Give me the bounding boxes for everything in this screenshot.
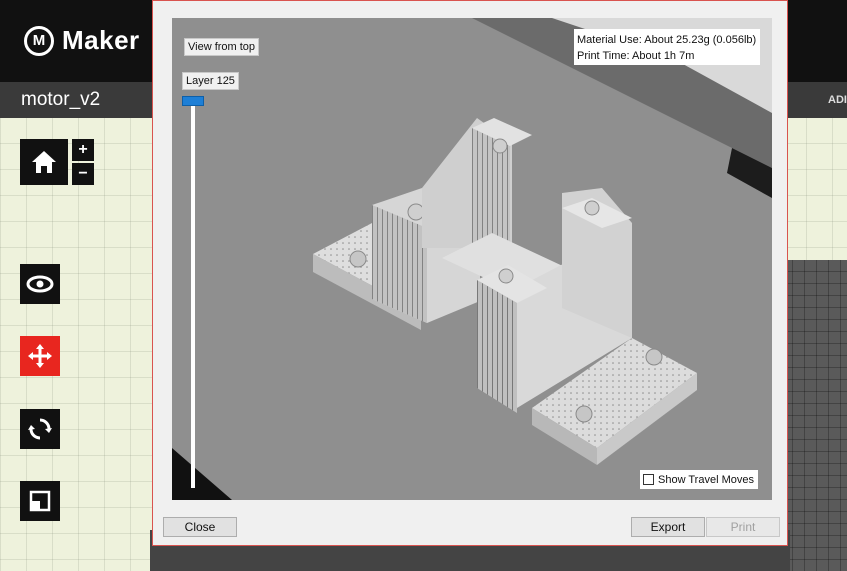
preview-viewport[interactable]: [172, 18, 772, 500]
show-travel-moves-label: Show Travel Moves: [658, 473, 754, 486]
print-button[interactable]: Print: [706, 517, 780, 537]
view-from-top-button[interactable]: View from top: [184, 38, 260, 56]
move-arrows-icon: [28, 344, 52, 368]
view-tool-button[interactable]: [20, 264, 60, 304]
show-travel-moves-toggle[interactable]: Show Travel Moves: [640, 470, 758, 489]
scale-tool-button[interactable]: [20, 481, 60, 521]
brand-logo[interactable]: M Maker: [24, 25, 140, 56]
export-button[interactable]: Export: [631, 517, 705, 537]
layer-slider-track[interactable]: [191, 104, 195, 488]
file-name: motor_v2: [21, 89, 101, 110]
layer-slider-thumb[interactable]: [182, 96, 204, 106]
home-view-button[interactable]: [20, 139, 68, 185]
close-button[interactable]: Close: [163, 517, 237, 537]
material-use-text: Material Use: About 25.23g (0.056lb): [577, 34, 757, 46]
print-time-text: Print Time: About 1h 7m: [577, 50, 695, 62]
home-icon: [32, 151, 56, 173]
zoom-in-button[interactable]: +: [72, 139, 94, 161]
scale-icon: [29, 490, 51, 512]
makerbot-logo-icon: M: [24, 25, 54, 56]
move-tool-button[interactable]: [20, 336, 60, 376]
sliced-model-preview[interactable]: [172, 18, 772, 500]
print-preview-dialog: View from top Layer 125 Close Export Pri…: [152, 0, 788, 546]
eye-icon: [26, 275, 54, 293]
rotate-icon: [28, 418, 52, 440]
zoom-out-button[interactable]: −: [72, 163, 94, 185]
brand-name: Maker: [62, 25, 140, 55]
print-info-panel: Material Use: About 25.23g (0.056lb) Pri…: [574, 29, 760, 65]
header-right-label[interactable]: ADI: [828, 94, 847, 106]
layer-label: Layer 125: [182, 72, 239, 90]
rotate-tool-button[interactable]: [20, 409, 60, 449]
show-travel-moves-checkbox[interactable]: [643, 474, 654, 485]
build-plate-edge: [780, 260, 847, 571]
